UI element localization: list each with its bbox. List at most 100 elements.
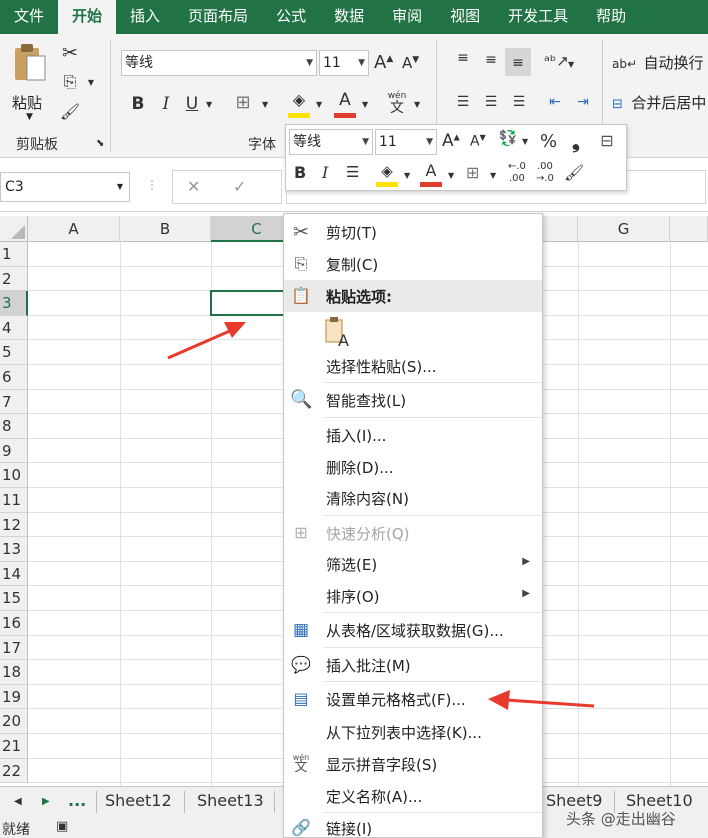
italic-button[interactable]: I bbox=[156, 94, 176, 114]
row-header-10[interactable]: 10 bbox=[0, 463, 28, 488]
tab-file[interactable]: 文件 bbox=[0, 0, 58, 34]
column-header-b[interactable]: B bbox=[120, 216, 211, 242]
bold-button[interactable]: B bbox=[128, 94, 148, 114]
row-header-5[interactable]: 5 bbox=[0, 340, 28, 365]
tab-page-layout[interactable]: 页面布局 bbox=[174, 0, 262, 34]
mini-font-name-combo[interactable]: 等线 ▼ bbox=[289, 129, 373, 155]
menu-item-phonetic[interactable]: wén 文 显示拼音字段(S) bbox=[284, 748, 542, 780]
chevron-down-icon[interactable]: ▼ bbox=[414, 100, 420, 109]
row-header-15[interactable]: 15 bbox=[0, 586, 28, 611]
row-header-2[interactable]: 2 bbox=[0, 266, 28, 292]
chevron-down-icon[interactable]: ▼ bbox=[362, 100, 368, 109]
menu-item-copy[interactable]: ⎘ 复制(C) bbox=[284, 248, 542, 280]
paste-button[interactable]: 粘贴 ▼ bbox=[8, 42, 52, 122]
macro-record-icon[interactable]: ▣ bbox=[56, 819, 68, 834]
borders-icon[interactable]: ⊞ bbox=[232, 92, 254, 114]
select-all-corner[interactable] bbox=[0, 216, 28, 242]
row-header-19[interactable]: 19 bbox=[0, 684, 28, 710]
increase-decimal-icon[interactable]: ←.0.00 bbox=[508, 161, 526, 185]
cancel-icon[interactable]: ✕ bbox=[187, 177, 200, 196]
chevron-down-icon[interactable]: ▼ bbox=[316, 100, 322, 109]
row-header-9[interactable]: 9 bbox=[0, 438, 28, 464]
decrease-indent-icon[interactable]: ⇤ bbox=[544, 94, 566, 110]
row-header-20[interactable]: 20 bbox=[0, 709, 28, 734]
menu-item-smart-lookup[interactable]: 🔍 智能查找(L) bbox=[284, 384, 542, 416]
borders-icon[interactable]: ⊞ bbox=[466, 163, 479, 182]
chevron-down-icon[interactable]: ▼ bbox=[448, 171, 454, 180]
align-bottom-icon[interactable]: ≡ bbox=[505, 48, 531, 76]
chevron-down-icon[interactable]: ▼ bbox=[262, 100, 268, 109]
chevron-down-icon[interactable]: ▼ bbox=[568, 60, 574, 69]
tab-help[interactable]: 帮助 bbox=[582, 0, 640, 34]
sheet-tab-sheet12[interactable]: Sheet12 bbox=[105, 791, 172, 810]
row-header-17[interactable]: 17 bbox=[0, 635, 28, 661]
menu-item-cut[interactable]: ✂ 剪切(T) bbox=[284, 216, 542, 248]
row-header-16[interactable]: 16 bbox=[0, 611, 28, 636]
row-header-18[interactable]: 18 bbox=[0, 660, 28, 685]
accounting-format-icon[interactable]: 💱 bbox=[496, 129, 520, 153]
align-top-icon[interactable]: ≡ bbox=[452, 50, 474, 66]
copy-icon[interactable]: ⎘ bbox=[58, 72, 82, 96]
sheet-tab-sheet13[interactable]: Sheet13 bbox=[197, 791, 264, 810]
phonetic-guide-icon[interactable]: wén 文 bbox=[384, 90, 410, 115]
row-header-4[interactable]: 4 bbox=[0, 315, 28, 341]
tab-review[interactable]: 审阅 bbox=[378, 0, 436, 34]
shrink-font-icon[interactable]: A▼ bbox=[402, 54, 419, 72]
menu-item-filter[interactable]: 筛选(E) ▶ bbox=[284, 548, 542, 580]
increase-indent-icon[interactable]: ⇥ bbox=[572, 94, 594, 110]
menu-item-paste-special[interactable]: 选择性粘贴(S)... bbox=[284, 350, 542, 382]
chevron-down-icon[interactable]: ▼ bbox=[86, 78, 96, 87]
tab-insert[interactable]: 插入 bbox=[116, 0, 174, 34]
percent-style-button[interactable]: % bbox=[540, 131, 557, 152]
scroll-left-icon[interactable]: ◀ bbox=[14, 796, 22, 807]
row-header-6[interactable]: 6 bbox=[0, 365, 28, 390]
mini-font-size-combo[interactable]: 11 ▼ bbox=[375, 129, 437, 155]
more-sheets-button[interactable]: ... bbox=[68, 791, 86, 810]
row-header-12[interactable]: 12 bbox=[0, 512, 28, 538]
row-header-1[interactable]: 1 bbox=[0, 242, 28, 267]
row-header-13[interactable]: 13 bbox=[0, 537, 28, 562]
paste-icon-button[interactable]: A bbox=[324, 316, 352, 350]
row-header-21[interactable]: 21 bbox=[0, 734, 28, 759]
menu-item-clear-contents[interactable]: 清除内容(N) bbox=[284, 482, 542, 514]
shrink-font-icon[interactable]: A▼ bbox=[470, 133, 486, 150]
grow-font-icon[interactable]: A▲ bbox=[374, 52, 393, 73]
align-middle-icon[interactable]: ≡ bbox=[480, 52, 502, 68]
menu-item-get-data[interactable]: ▦ 从表格/区域获取数据(G)... bbox=[284, 614, 542, 646]
menu-item-pick-from-list[interactable]: 从下拉列表中选择(K)... bbox=[284, 716, 542, 748]
format-painter-icon[interactable]: 🖌 bbox=[58, 102, 82, 126]
font-color-icon[interactable]: A bbox=[334, 90, 356, 118]
column-header-a[interactable]: A bbox=[28, 216, 120, 242]
name-box[interactable]: C3 ▼ bbox=[0, 172, 130, 202]
menu-item-link[interactable]: 🔗 链接(I) bbox=[284, 812, 542, 838]
menu-item-define-name[interactable]: 定义名称(A)... bbox=[284, 780, 542, 812]
underline-button[interactable]: U bbox=[182, 94, 202, 114]
grow-font-icon[interactable]: A▲ bbox=[442, 131, 460, 151]
row-header-14[interactable]: 14 bbox=[0, 561, 28, 587]
merge-center-button[interactable]: ⊟ 合并后居中 bbox=[612, 92, 706, 113]
row-header-22[interactable]: 22 bbox=[0, 758, 28, 784]
merge-center-icon[interactable]: ⊟ bbox=[596, 131, 618, 150]
menu-item-insert[interactable]: 插入(I)... bbox=[284, 419, 542, 451]
mini-italic-button[interactable]: I bbox=[322, 163, 328, 182]
font-name-combo[interactable]: 等线 ▼ bbox=[121, 50, 317, 76]
row-header-7[interactable]: 7 bbox=[0, 389, 28, 415]
chevron-down-icon[interactable]: ▼ bbox=[522, 137, 528, 146]
tab-data[interactable]: 数据 bbox=[320, 0, 378, 34]
chevron-down-icon[interactable]: ▼ bbox=[206, 100, 212, 109]
wrap-text-button[interactable]: ab↵ 自动换行 bbox=[612, 52, 704, 73]
align-right-icon[interactable]: ☰ bbox=[508, 94, 530, 110]
menu-item-delete[interactable]: 删除(D)... bbox=[284, 451, 542, 483]
tab-home[interactable]: 开始 bbox=[58, 0, 117, 34]
align-left-icon[interactable]: ☰ bbox=[452, 94, 474, 110]
decrease-decimal-icon[interactable]: .00 →.0 bbox=[536, 161, 554, 185]
dialog-launcher-icon[interactable]: ⬊ bbox=[96, 138, 104, 149]
font-size-combo[interactable]: 11 ▼ bbox=[319, 50, 369, 76]
fill-color-icon[interactable]: ◈ bbox=[288, 90, 310, 118]
chevron-down-icon[interactable]: ▼ bbox=[404, 171, 410, 180]
mini-bold-button[interactable]: B bbox=[294, 163, 306, 182]
tab-developer[interactable]: 开发工具 bbox=[494, 0, 582, 34]
tab-view[interactable]: 视图 bbox=[436, 0, 494, 34]
row-header-3[interactable]: 3 bbox=[0, 291, 28, 316]
orientation-icon[interactable]: ᵃᵇ↗ bbox=[544, 52, 569, 70]
